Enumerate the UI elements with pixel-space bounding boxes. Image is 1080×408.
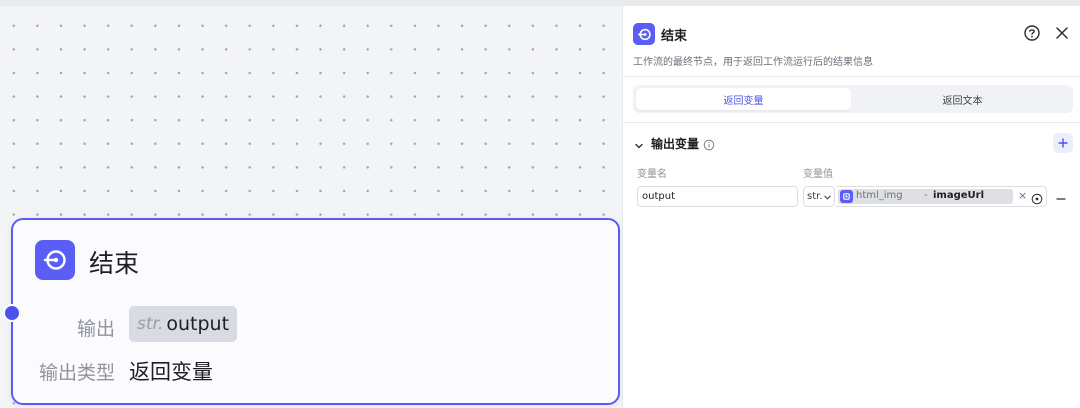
chevron-down-icon[interactable] [633, 137, 645, 149]
clear-reference-icon[interactable]: × [1018, 189, 1027, 202]
remove-row-icon[interactable] [1055, 190, 1067, 202]
output-label: 输出 [76, 318, 115, 340]
help-circle-icon[interactable] [1023, 24, 1041, 42]
variable-name-input[interactable]: output [637, 186, 798, 207]
chevron-down-icon [824, 195, 831, 200]
divider [623, 76, 1080, 77]
output-variable-tag: str. output [129, 306, 238, 342]
node-config-panel: 结束 工作流的最终节点，用于返回工作流运行后的结果信息 返回变量 返回文本 输出… [622, 6, 1080, 408]
output-name: output [166, 313, 230, 335]
tab-return-variable[interactable]: 返回变量 [636, 88, 851, 110]
divider [623, 122, 1080, 123]
reference-separator: - [924, 190, 928, 201]
plus-icon [1058, 138, 1068, 148]
add-variable-button[interactable] [1053, 133, 1073, 153]
variable-type-value: str. [807, 191, 823, 202]
end-node-icon [35, 240, 75, 280]
variable-picker-icon[interactable] [1031, 190, 1043, 205]
reference-node-name: html_img [856, 190, 903, 201]
output-type: str. [137, 314, 164, 334]
node-title: 结束 [89, 249, 140, 278]
reference-chip[interactable]: html_img - imageUrl [838, 189, 1013, 204]
column-header-value: 变量值 [803, 169, 833, 180]
tab-bar: 返回变量 返回文本 [633, 85, 1073, 113]
section-title: 输出变量 [651, 137, 700, 151]
panel-description: 工作流的最终节点，用于返回工作流运行后的结果信息 [633, 57, 873, 68]
column-header-name: 变量名 [637, 169, 667, 180]
tab-return-text[interactable]: 返回文本 [855, 88, 1070, 110]
variable-reference-field[interactable]: html_img - imageUrl × [836, 186, 1047, 207]
output-mode-value: 返回变量 [129, 360, 213, 384]
info-icon[interactable] [703, 136, 715, 151]
end-node-card[interactable]: 结束 输出 str. output 输出类型 返回变量 [3, 218, 620, 405]
workflow-canvas[interactable]: 结束 输出 str. output 输出类型 返回变量 [0, 6, 622, 408]
close-icon[interactable] [1053, 24, 1071, 42]
end-node-icon [633, 23, 655, 45]
panel-title: 结束 [661, 29, 688, 44]
node-reference-icon [840, 190, 853, 203]
output-mode-label: 输出类型 [38, 362, 115, 384]
variable-type-select[interactable]: str. [803, 186, 835, 207]
reference-field-name: imageUrl [933, 190, 985, 201]
node-input-handle[interactable] [3, 304, 21, 322]
